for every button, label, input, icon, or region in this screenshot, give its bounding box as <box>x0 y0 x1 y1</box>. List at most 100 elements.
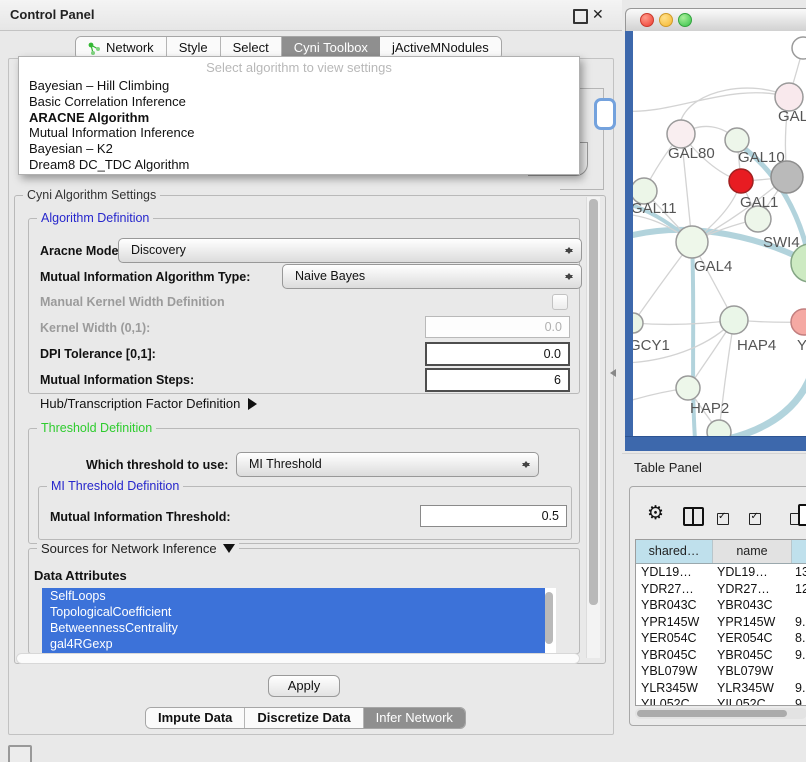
list-item[interactable]: BetweennessCentrality <box>42 620 545 636</box>
column-header-clipped[interactable]: A <box>792 540 806 563</box>
table-cell[interactable]: 9. <box>790 696 806 706</box>
table-cell[interactable]: YPR145W <box>712 614 790 631</box>
network-window-frame-bottom <box>625 436 806 451</box>
table-cell[interactable]: YLR345W <box>712 680 790 697</box>
table-row[interactable]: YLR345WYLR345W9. <box>636 680 806 697</box>
table-cell[interactable]: YDR27… <box>636 581 712 598</box>
table-cell[interactable]: YBR043C <box>712 597 790 614</box>
network-node[interactable] <box>707 420 731 436</box>
mi-steps-label: Mutual Information Steps: <box>40 373 194 387</box>
list-item[interactable]: TopologicalCoefficient <box>42 604 545 620</box>
table-cell[interactable]: YER054C <box>636 630 712 647</box>
table-hscrollbar-track[interactable] <box>635 708 806 719</box>
table-cell[interactable]: YPR145W <box>636 614 712 631</box>
float-window-icon[interactable] <box>573 9 588 24</box>
table-cell[interactable]: YBL079W <box>712 663 790 680</box>
list-item[interactable]: gal4RGexp <box>42 636 545 652</box>
table-cell[interactable]: YBR045C <box>712 647 790 664</box>
attributes-scrollbar-thumb[interactable] <box>545 592 553 644</box>
document-icon[interactable] <box>798 504 806 526</box>
tab-discretize-data-label: Discretize Data <box>257 708 350 728</box>
table-cell[interactable]: YBL079W <box>636 663 712 680</box>
table-cell[interactable]: YBR045C <box>636 647 712 664</box>
dropdown-item-highlighted[interactable]: ARACNE Algorithm <box>19 110 579 126</box>
threshold-definition-title: Threshold Definition <box>37 421 156 435</box>
table-row[interactable]: YBR045CYBR045C9. <box>636 647 806 664</box>
gear-icon[interactable]: ⚙ <box>647 505 664 523</box>
checked-checkbox-icon[interactable] <box>749 513 761 525</box>
table-hscrollbar-thumb[interactable] <box>637 710 787 717</box>
network-node[interactable] <box>791 309 806 335</box>
dropdown-item[interactable]: Dream8 DC_TDC Algorithm <box>19 157 579 173</box>
table-cell[interactable]: YIL052C <box>636 696 712 706</box>
dropdown-item[interactable]: Bayesian – Hill Climbing <box>19 78 579 94</box>
table-row[interactable]: YIL052CYIL052C9. <box>636 696 806 706</box>
column-header-name[interactable]: name <box>713 540 792 563</box>
dpi-tolerance-field[interactable]: 0.0 <box>425 342 570 366</box>
close-icon[interactable]: ✕ <box>592 6 604 23</box>
table-row[interactable]: YBL079WYBL079W <box>636 663 806 680</box>
list-item[interactable]: SelfLoops <box>42 588 545 604</box>
table-row[interactable]: YDL19…YDL19…13 <box>636 564 806 581</box>
manual-kernel-width-checkbox[interactable] <box>552 294 568 310</box>
mi-steps-field[interactable]: 6 <box>425 368 570 392</box>
network-node[interactable] <box>720 306 748 334</box>
aracne-mode-combo[interactable]: Discovery <box>118 238 582 263</box>
zoom-traffic-light-icon[interactable] <box>678 13 692 27</box>
table-row[interactable]: YER054CYER054C8. <box>636 630 806 647</box>
tab-discretize-data[interactable]: Discretize Data <box>245 708 363 728</box>
table-cell[interactable]: 9. <box>790 680 806 697</box>
panel-collapse-arrow[interactable] <box>606 369 616 377</box>
mi-algorithm-type-combo[interactable]: Naive Bayes <box>282 264 582 289</box>
table-cell[interactable]: 13 <box>790 564 806 581</box>
table-row[interactable]: YPR145WYPR145W9. <box>636 614 806 631</box>
table-cell[interactable]: 9. <box>790 614 806 631</box>
table-cell[interactable]: YLR345W <box>636 680 712 697</box>
table-row[interactable]: YBR043CYBR043C <box>636 597 806 614</box>
hub-definition-toggle[interactable]: Hub/Transcription Factor Definition <box>40 396 263 411</box>
table-cell[interactable]: 12 <box>790 581 806 598</box>
table-row[interactable]: YDR27…YDR27…12 <box>636 581 806 598</box>
network-canvas[interactable]: GALGAL80GAL10GAL11GAL1SWI4GAL4GCY1HAP4YH… <box>633 31 806 436</box>
close-traffic-light-icon[interactable] <box>640 13 654 27</box>
table-cell[interactable]: YDR27… <box>712 581 790 598</box>
network-node[interactable] <box>775 83 803 111</box>
network-node[interactable] <box>676 376 700 400</box>
mi-threshold-field[interactable]: 0.5 <box>420 505 567 527</box>
table-cell[interactable]: 8. <box>790 630 806 647</box>
minimized-panel-icon[interactable] <box>8 745 32 762</box>
split-columns-icon[interactable] <box>683 507 704 526</box>
network-node[interactable] <box>676 226 708 258</box>
checked-checkbox-icon[interactable] <box>717 513 729 525</box>
minimize-traffic-light-icon[interactable] <box>659 13 673 27</box>
apply-button[interactable]: Apply <box>268 675 340 697</box>
network-node[interactable] <box>771 161 803 193</box>
settings-scrollbar-thumb[interactable] <box>589 199 598 605</box>
network-node[interactable] <box>667 120 695 148</box>
column-header-shared-name[interactable]: shared… <box>636 540 713 563</box>
settings-hscrollbar[interactable] <box>16 653 580 664</box>
tab-impute-data[interactable]: Impute Data <box>146 708 245 728</box>
network-node[interactable] <box>792 37 806 59</box>
table-cell[interactable]: YDL19… <box>636 564 712 581</box>
network-node[interactable] <box>729 169 753 193</box>
settings-scrollbar-track[interactable] <box>586 197 600 658</box>
network-node[interactable] <box>633 313 643 333</box>
kernel-width-field[interactable]: 0.0 <box>425 316 570 338</box>
table-cell[interactable] <box>790 597 806 614</box>
table-cell[interactable]: YER054C <box>712 630 790 647</box>
sources-group-title[interactable]: Sources for Network Inference <box>37 541 239 559</box>
table-cell[interactable] <box>790 663 806 680</box>
dropdown-item[interactable]: Basic Correlation Inference <box>19 94 579 110</box>
table-cell[interactable]: YBR043C <box>636 597 712 614</box>
dropdown-item[interactable]: Bayesian – K2 <box>19 141 579 157</box>
data-attributes-list[interactable]: SelfLoops TopologicalCoefficient Between… <box>42 588 556 654</box>
dropdown-item[interactable]: Mutual Information Inference <box>19 125 579 141</box>
which-threshold-combo[interactable]: MI Threshold <box>236 452 539 477</box>
table-cell[interactable]: YIL052C <box>712 696 790 706</box>
table-cell[interactable]: YDL19… <box>712 564 790 581</box>
sources-title-label: Sources for Network Inference <box>41 541 217 556</box>
table-cell[interactable]: 9. <box>790 647 806 664</box>
tab-infer-network[interactable]: Infer Network <box>364 708 465 728</box>
focused-combo-fragment[interactable] <box>594 98 616 130</box>
